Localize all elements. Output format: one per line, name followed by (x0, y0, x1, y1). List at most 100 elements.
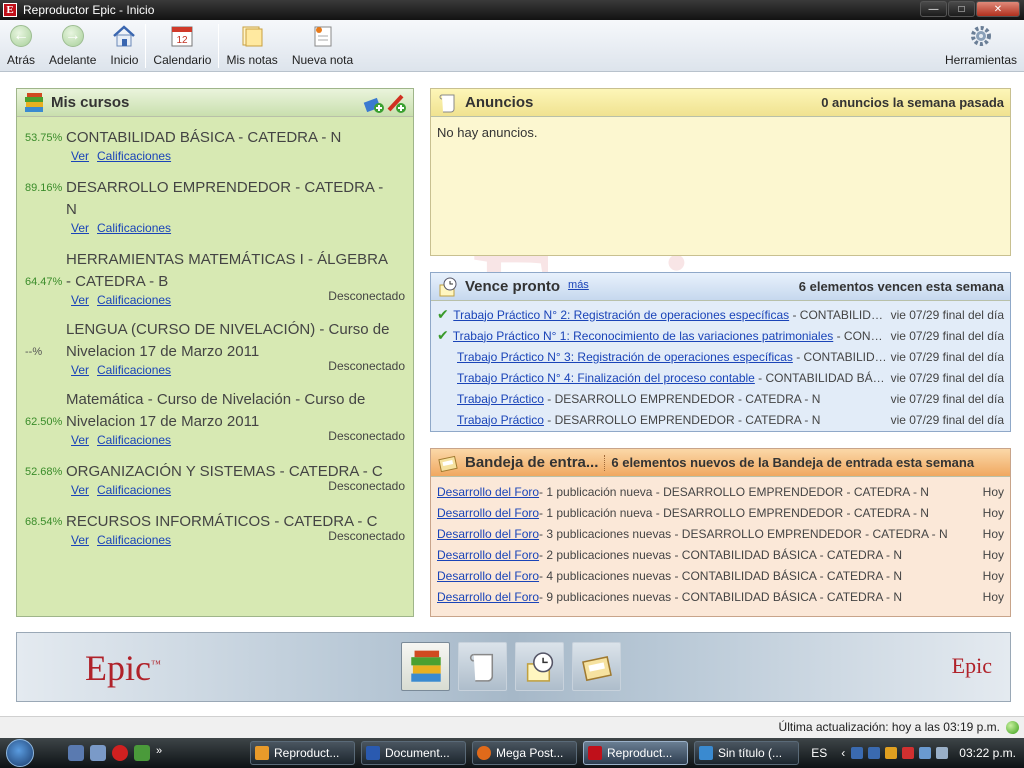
inbox-icon (437, 452, 459, 474)
due-item-link[interactable]: Trabajo Práctico N° 4: Finalización del … (457, 371, 755, 385)
quick-inbox-button[interactable] (572, 642, 621, 691)
inbox-item-link[interactable]: Desarrollo del Foro (437, 506, 539, 520)
taskbar-clock[interactable]: 03:22 p.m. (959, 746, 1016, 760)
course-status: Desconectado (328, 429, 405, 443)
minimize-button[interactable]: — (920, 1, 947, 17)
quick-due-button[interactable] (515, 642, 564, 691)
course-view-link[interactable]: Ver (71, 363, 89, 377)
epic-logo-small: Epic (951, 653, 992, 678)
taskbar-item[interactable]: Reproduct... (583, 741, 688, 765)
inbox-item-link[interactable]: Desarrollo del Foro (437, 569, 539, 583)
inbox-item-date: Hoy (982, 505, 1004, 520)
forward-button[interactable]: → Adelante (42, 20, 103, 70)
tray-app-icon[interactable] (885, 747, 898, 759)
inbox-item-link[interactable]: Desarrollo del Foro (437, 527, 539, 541)
maximize-button[interactable]: □ (948, 1, 975, 17)
network-icon[interactable] (919, 747, 932, 759)
due-item-link[interactable]: Trabajo Práctico N° 2: Registración de o… (453, 308, 789, 322)
due-item-course: - CONTABILIDAD BÁSICA - CATEDRA - N (792, 307, 888, 322)
paint-icon (699, 746, 713, 760)
course-view-link[interactable]: Ver (71, 533, 89, 547)
tray-app-icon[interactable] (851, 747, 864, 759)
tools-button[interactable]: Herramientas (938, 20, 1024, 70)
quick-courses-button[interactable] (401, 642, 450, 691)
back-button[interactable]: ← Atrás (0, 20, 42, 70)
home-label: Inicio (110, 53, 139, 67)
due-item-course: - CONTABILIDAD BÁSICA - CATEDRA - N (836, 328, 889, 343)
course-name[interactable]: HERRAMIENTAS MATEMÁTICAS I - ÁLGEBRA - C… (66, 249, 396, 293)
due-item-link[interactable]: Trabajo Práctico (457, 413, 544, 427)
system-tray: ES ‹ 03:22 p.m. (811, 746, 1024, 760)
inbox-item-link[interactable]: Desarrollo del Foro (437, 548, 539, 562)
course-grades-link[interactable]: Calificaciones (97, 483, 171, 497)
show-desktop-icon[interactable] (68, 745, 84, 761)
volume-icon[interactable] (936, 747, 949, 759)
due-item: ✔ Trabajo Práctico N° 2: Registración de… (431, 304, 1010, 325)
taskbar-item-label: Sin título (... (718, 746, 783, 760)
house-icon (111, 23, 137, 49)
due-item: ✔ Trabajo Práctico N° 1: Reconocimiento … (431, 325, 1010, 346)
inbox-item-detail: - 2 publicaciones nuevas - CONTABILIDAD … (539, 547, 903, 562)
taskbar-item[interactable]: Document... (361, 741, 466, 765)
course-view-link[interactable]: Ver (71, 149, 89, 163)
more-chevron-icon[interactable]: » (156, 745, 172, 761)
inbox-item-link[interactable]: Desarrollo del Foro (437, 590, 539, 604)
taskbar-item[interactable]: Mega Post... (472, 741, 577, 765)
course-view-link[interactable]: Ver (71, 433, 89, 447)
course-name[interactable]: Matemática - Curso de Nivelación - Curso… (66, 389, 396, 433)
due-item-link[interactable]: Trabajo Práctico N° 3: Registración de o… (457, 350, 793, 364)
inbox-item-date: Hoy (982, 484, 1004, 499)
switch-windows-icon[interactable] (90, 745, 106, 761)
course-view-link[interactable]: Ver (71, 221, 89, 235)
inbox-item: Desarrollo del Foro - 1 publicación nuev… (431, 502, 1010, 523)
course-view-link[interactable]: Ver (71, 483, 89, 497)
start-button[interactable] (0, 738, 40, 768)
inbox-item: Desarrollo del Foro - 1 publicación nuev… (431, 481, 1010, 502)
last-update-text: Última actualización: hoy a las 03:19 p.… (778, 720, 1000, 734)
course-name[interactable]: LENGUA (CURSO DE NIVELACIÓN) - Curso de … (66, 319, 396, 363)
course-grades-link[interactable]: Calificaciones (97, 363, 171, 377)
quick-announcements-button[interactable] (458, 642, 507, 691)
due-item-link[interactable]: Trabajo Práctico (457, 392, 544, 406)
course-item: Matemática - Curso de Nivelación - Curso… (17, 389, 413, 447)
tray-app-icon[interactable] (868, 747, 881, 759)
inbox-item-link[interactable]: Desarrollo del Foro (437, 485, 539, 499)
my-courses-panel: Mis cursos CONTABILIDAD BÁSICA - CATEDRA… (16, 88, 414, 617)
course-grades-link[interactable]: Calificaciones (97, 221, 171, 235)
course-item: CONTABILIDAD BÁSICA - CATEDRA - N 53.75%… (17, 127, 413, 163)
tray-expand-icon[interactable]: ‹ (841, 746, 845, 760)
close-button[interactable]: ✕ (976, 1, 1020, 17)
due-item-link[interactable]: Trabajo Práctico N° 1: Reconocimiento de… (453, 329, 834, 343)
course-grades-link[interactable]: Calificaciones (97, 293, 171, 307)
course-grades-link[interactable]: Calificaciones (97, 533, 171, 547)
app-launcher-icon[interactable] (112, 745, 128, 761)
tray-app-icon[interactable] (902, 747, 915, 759)
due-item: Trabajo Práctico N° 4: Finalización del … (431, 367, 1010, 388)
course-progress: 52.68% (25, 466, 63, 478)
course-progress: 89.16% (25, 182, 63, 194)
course-grades-link[interactable]: Calificaciones (97, 149, 171, 163)
due-item-date: vie 07/29 final del día (890, 391, 1004, 406)
taskbar-item[interactable]: Reproduct... (250, 741, 355, 765)
calendar-icon: 12 (169, 23, 195, 49)
inbox-item: Desarrollo del Foro - 2 publicaciones nu… (431, 544, 1010, 565)
app-launcher-icon[interactable] (134, 745, 150, 761)
course-name[interactable]: DESARROLLO EMPRENDEDOR - CATEDRA - N (66, 177, 396, 221)
course-name[interactable]: CONTABILIDAD BÁSICA - CATEDRA - N (66, 127, 396, 149)
home-button[interactable]: Inicio (103, 20, 145, 70)
my-notes-button[interactable]: Mis notas (219, 20, 284, 70)
due-soon-more-link[interactable]: más (568, 279, 589, 291)
language-indicator[interactable]: ES (811, 746, 827, 760)
add-course-icon[interactable] (363, 92, 385, 114)
inbox-item-date: Hoy (982, 547, 1004, 562)
calendar-button[interactable]: 12 Calendario (146, 20, 218, 70)
inbox-title: Bandeja de entra... (465, 454, 599, 471)
course-progress: 62.50% (25, 416, 63, 428)
inbox-panel: Bandeja de entra... 6 elementos nuevos d… (430, 448, 1011, 617)
course-view-link[interactable]: Ver (71, 293, 89, 307)
due-soon-header: Vence pronto más 6 elementos vencen esta… (431, 273, 1010, 301)
taskbar-item[interactable]: Sin título (... (694, 741, 799, 765)
new-note-button[interactable]: Nueva nota (285, 20, 360, 70)
course-grades-link[interactable]: Calificaciones (97, 433, 171, 447)
edit-courses-icon[interactable] (385, 92, 407, 114)
